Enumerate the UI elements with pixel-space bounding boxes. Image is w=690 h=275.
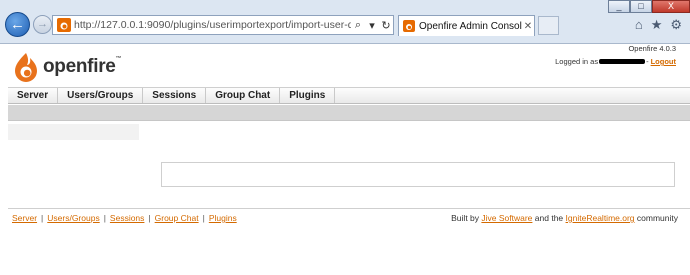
main-nav: Server Users/Groups Sessions Group Chat … bbox=[8, 87, 690, 104]
new-tab-button[interactable] bbox=[538, 16, 559, 35]
nav-tab-server[interactable]: Server bbox=[8, 88, 59, 103]
close-window-button[interactable]: X bbox=[652, 0, 690, 13]
nav-tab-users-groups[interactable]: Users/Groups bbox=[58, 88, 144, 103]
home-icon[interactable]: ⌂ bbox=[635, 17, 643, 33]
openfire-favicon-icon bbox=[57, 18, 71, 32]
openfire-favicon-icon bbox=[403, 20, 415, 32]
logout-link[interactable]: Logout bbox=[651, 57, 676, 66]
browser-tab[interactable]: Openfire Admin Console: ✕ bbox=[398, 15, 535, 36]
dropdown-arrow-icon[interactable]: ▾ bbox=[365, 19, 379, 32]
openfire-admin-page: openfire™ Openfire 4.0.3 Logged in as - … bbox=[0, 44, 690, 275]
footer-link-group-chat[interactable]: Group Chat bbox=[155, 213, 199, 223]
browser-toolbar-icons: ⌂ ★ ⚙ bbox=[635, 17, 682, 33]
minimize-button[interactable]: _ bbox=[608, 0, 630, 13]
star-icon[interactable]: ★ bbox=[651, 17, 663, 33]
forward-button[interactable]: → bbox=[33, 15, 52, 34]
footer-link-users-groups[interactable]: Users/Groups bbox=[47, 213, 99, 223]
maximize-button[interactable]: □ bbox=[630, 0, 652, 13]
back-button[interactable]: ← bbox=[5, 12, 30, 37]
version-label: Openfire 4.0.3 bbox=[628, 44, 676, 53]
nav-tab-plugins[interactable]: Plugins bbox=[280, 88, 336, 103]
nav-tab-sessions[interactable]: Sessions bbox=[143, 88, 207, 103]
address-bar[interactable]: http://127.0.0.1:9090/plugins/userimport… bbox=[52, 15, 394, 35]
logged-in-prefix: Logged in as bbox=[555, 57, 599, 66]
credit-suffix: community bbox=[636, 213, 678, 223]
tab-title: Openfire Admin Console: bbox=[419, 20, 522, 32]
close-tab-icon[interactable]: ✕ bbox=[522, 21, 534, 32]
jive-software-link[interactable]: Jive Software bbox=[481, 213, 532, 223]
refresh-icon[interactable]: ↻ bbox=[379, 19, 393, 32]
footer-links: Server | Users/Groups | Sessions | Group Chat |… bbox=[12, 213, 237, 223]
logged-in-status: Logged in as - Logout bbox=[555, 57, 676, 66]
credit-prefix: Built by bbox=[451, 213, 480, 223]
footer-separator: | bbox=[202, 213, 205, 223]
footer-link-plugins[interactable]: Plugins bbox=[209, 213, 237, 223]
openfire-logo[interactable]: openfire™ bbox=[13, 52, 122, 82]
footer-separator: | bbox=[148, 213, 151, 223]
nav-tab-group-chat[interactable]: Group Chat bbox=[206, 88, 281, 103]
footer-link-server[interactable]: Server bbox=[12, 213, 37, 223]
browser-chrome: _ □ X ← → http://127.0.0.1:9090/plugins/… bbox=[0, 0, 690, 44]
address-url[interactable]: http://127.0.0.1:9090/plugins/userimport… bbox=[74, 19, 351, 31]
search-icon[interactable]: ⌕ bbox=[351, 19, 365, 32]
arrow-right-icon: → bbox=[37, 18, 48, 30]
ignite-realtime-link[interactable]: IgniteRealtime.org bbox=[566, 213, 635, 223]
footer-separator: | bbox=[103, 213, 106, 223]
window-controls: _ □ X bbox=[608, 0, 690, 13]
flame-logo-icon bbox=[15, 53, 37, 82]
sidebar bbox=[8, 124, 139, 140]
sub-nav-bar bbox=[8, 105, 690, 121]
footer-link-sessions[interactable]: Sessions bbox=[110, 213, 145, 223]
gear-icon[interactable]: ⚙ bbox=[670, 17, 682, 33]
logo-text: openfire™ bbox=[43, 56, 122, 77]
content-panel bbox=[161, 162, 675, 187]
arrow-left-icon: ← bbox=[10, 16, 25, 33]
footer-credit: Built by Jive Software and the IgniteRea… bbox=[451, 213, 678, 223]
footer-separator: | bbox=[41, 213, 44, 223]
logged-in-separator: - bbox=[646, 57, 649, 66]
footer: Server | Users/Groups | Sessions | Group Chat |… bbox=[8, 208, 690, 223]
redacted-username bbox=[599, 59, 646, 64]
credit-mid: and the bbox=[534, 213, 564, 223]
